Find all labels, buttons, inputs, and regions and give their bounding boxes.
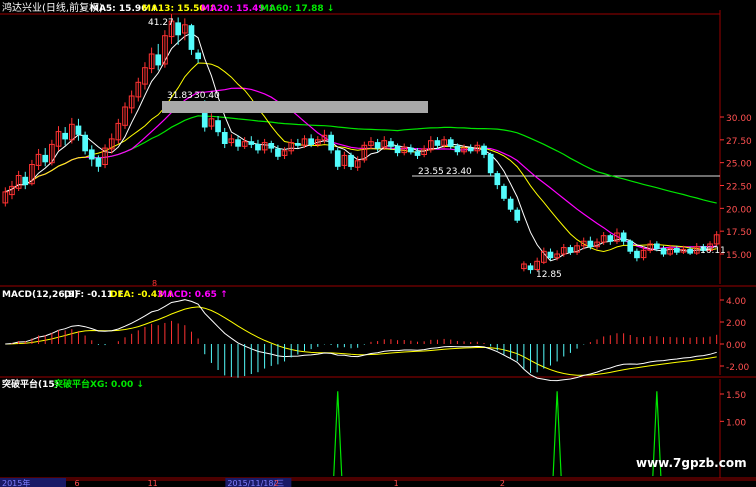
candle-body — [308, 138, 314, 145]
macd-tick-label: 0.00 — [726, 341, 746, 351]
candle-body — [62, 132, 68, 140]
chart-title: 鸿达兴业(日线,前复权) — [2, 1, 103, 14]
candle-body — [215, 120, 221, 133]
price-tick-label: 20.00 — [726, 205, 752, 215]
candle-body — [188, 25, 195, 50]
candle-body — [454, 145, 461, 153]
macd-tick-label: 4.00 — [726, 297, 746, 307]
x-axis-label: 2 — [274, 479, 279, 487]
candle-body — [95, 157, 102, 167]
price-legend-item: MA60: 17.88 ↓ — [260, 4, 334, 14]
candle-body — [627, 240, 634, 252]
candle-body — [514, 209, 521, 221]
x-axis-label: 11 — [148, 479, 158, 487]
macd-tick-label: 2.00 — [726, 319, 746, 329]
candle-body — [388, 141, 394, 147]
candle-body — [481, 145, 487, 155]
candle-body — [155, 54, 162, 66]
macd-tick-label: -2.00 — [726, 363, 750, 373]
price-tick-label: 25.00 — [726, 160, 752, 170]
high-label: 41.27 — [148, 18, 174, 28]
macd-legend-item: MACD: 0.65 ↑ — [158, 290, 228, 300]
candle-body — [221, 132, 228, 144]
candle-body — [88, 149, 95, 160]
candle-body — [255, 143, 261, 151]
price-tick-label: 15.00 — [726, 251, 752, 261]
signal-legend-item: 突破平台XG: 0.00 ↓ — [54, 378, 144, 390]
candle-body — [374, 142, 381, 149]
candle-body — [235, 139, 241, 147]
x-axis-label: 1 — [394, 479, 399, 487]
watermark: www.7gpzb.com — [636, 456, 747, 470]
price-tick-label: 17.50 — [726, 228, 752, 238]
gap-bottom-label: 30.40 — [194, 91, 220, 101]
candle-body — [507, 198, 514, 210]
candle-body — [674, 248, 680, 253]
stock-chart: 30.0027.5025.0022.5020.0017.5015.0041.27… — [0, 0, 756, 487]
candle-body — [268, 143, 275, 149]
candle-body — [567, 247, 574, 253]
gap-top-label: 31.83 — [167, 91, 193, 101]
candle-body — [547, 251, 554, 259]
x-axis-label: 2015年 — [2, 478, 30, 487]
candle-body — [654, 243, 660, 250]
candle-body — [75, 125, 82, 135]
candle-body — [328, 134, 334, 151]
price-gap-band — [162, 101, 428, 113]
candle-body — [175, 22, 182, 36]
candle-body — [607, 235, 614, 242]
candle-body — [494, 173, 501, 186]
candle-body — [634, 250, 640, 259]
candle-body — [394, 145, 401, 154]
candle-body — [620, 232, 627, 242]
low-label: 12.85 — [536, 270, 562, 280]
candle-body — [42, 154, 49, 163]
price-tick-label: 30.00 — [726, 114, 752, 124]
resistance-label-2: 23.40 — [446, 167, 472, 177]
signal-tick-label: 1.00 — [726, 418, 746, 428]
last-price-label: 16.11 — [700, 246, 726, 256]
candle-body — [275, 148, 281, 157]
candle-body — [447, 139, 454, 147]
candle-body — [501, 185, 507, 199]
candle-body — [82, 134, 89, 152]
candle-body — [22, 176, 29, 186]
candle-body — [434, 140, 441, 146]
candle-body — [408, 147, 414, 153]
candle-body — [334, 150, 341, 167]
x-axis-label: 6 — [74, 479, 79, 487]
candle-body — [467, 147, 474, 152]
price-tick-label: 22.50 — [726, 183, 752, 193]
candle-body — [587, 240, 594, 248]
macd-marker-label: 8 — [152, 279, 157, 288]
candle-body — [660, 248, 667, 255]
candle-body — [295, 143, 301, 146]
signal-tick-label: 1.50 — [726, 391, 746, 401]
candle-body — [414, 151, 421, 156]
candle-body — [487, 153, 494, 174]
chart-background — [0, 0, 756, 487]
candle-body — [248, 141, 255, 145]
candle-body — [687, 248, 693, 254]
candle-body — [527, 265, 534, 271]
candle-body — [195, 52, 202, 60]
resistance-label-1: 23.55 — [418, 167, 444, 177]
x-axis-label: 2 — [500, 479, 505, 487]
candle-body — [348, 154, 354, 167]
price-tick-label: 27.50 — [726, 137, 752, 147]
signal-legend-item: 突破平台(15) — [2, 378, 59, 390]
